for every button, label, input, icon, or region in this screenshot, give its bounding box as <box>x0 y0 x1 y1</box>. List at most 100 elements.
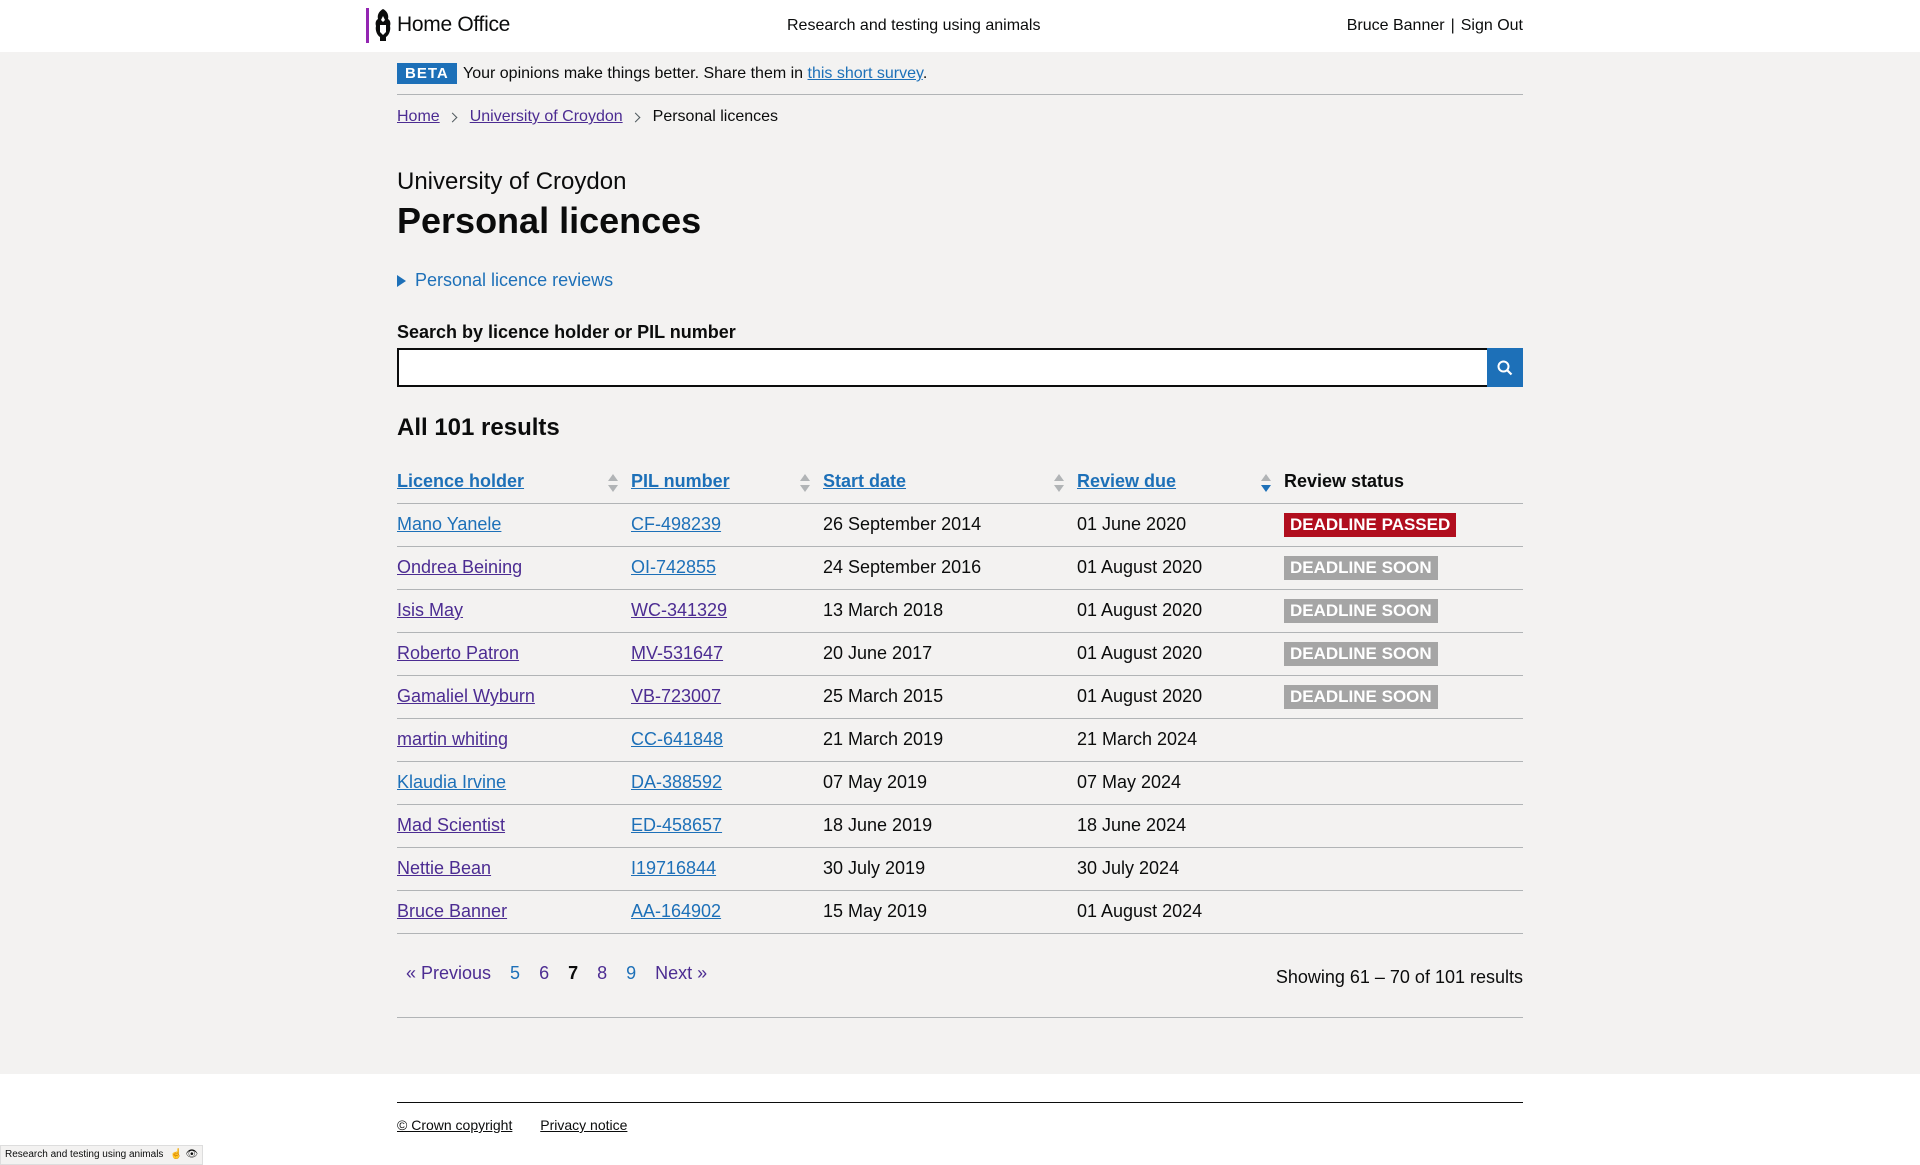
search-label: Search by licence holder or PIL number <box>397 322 736 342</box>
nav-separator: | <box>1450 17 1455 34</box>
cell-start-date: 18 June 2019 <box>823 804 1077 848</box>
table-row: martin whiting CC-641848 21 March 2019 21 M… <box>397 718 1523 762</box>
sort-pil-number-link[interactable]: PIL number <box>631 471 730 491</box>
sort-descending-icon <box>1261 474 1271 492</box>
site-footer: © Crown copyright Privacy notice <box>0 1074 1920 1165</box>
home-office-logo-link[interactable]: Home Office <box>397 13 510 37</box>
pagination-page-8[interactable]: 8 <box>597 963 607 984</box>
column-review-status: Review status <box>1284 460 1523 504</box>
pil-number-link[interactable]: VB-723007 <box>631 686 721 706</box>
brand-bar <box>366 8 369 43</box>
cell-licence-holder: Ondrea Beining <box>397 546 631 590</box>
search-form <box>397 348 1523 387</box>
beta-banner: BETA Your opinions make things better. S… <box>397 62 1523 95</box>
licence-holder-link[interactable]: Bruce Banner <box>397 901 507 921</box>
cell-review-due: 01 June 2020 <box>1077 503 1284 547</box>
sign-out-link[interactable]: Sign Out <box>1461 17 1523 34</box>
breadcrumb-current: Personal licences <box>652 108 779 125</box>
pagination-current-page: 7 <box>568 963 579 983</box>
licences-table: Licence holder PIL number Start date Rev… <box>397 460 1523 934</box>
pil-number-link[interactable]: MV-531647 <box>631 643 723 663</box>
pil-number-link[interactable]: AA-164902 <box>631 901 721 921</box>
sort-start-date-link[interactable]: Start date <box>823 471 906 491</box>
pagination-next[interactable]: Next » <box>655 963 707 984</box>
survey-link[interactable]: this short survey <box>808 65 923 82</box>
breadcrumb-establishment[interactable]: University of Croydon <box>470 108 623 126</box>
beta-suffix: . <box>922 65 928 82</box>
pil-number-link[interactable]: I19716844 <box>631 858 716 878</box>
cell-review-due: 01 August 2024 <box>1077 890 1284 934</box>
pagination-page-5[interactable]: 5 <box>510 963 520 984</box>
sort-review-due-link[interactable]: Review due <box>1077 471 1176 491</box>
cell-pil-number: CC-641848 <box>631 718 823 762</box>
sort-icon <box>1054 474 1064 492</box>
table-body: Mano Yanele CF-498239 26 September 2014 01 … <box>397 503 1523 934</box>
crown-copyright-link[interactable]: © Crown copyright <box>397 1117 512 1133</box>
licence-holder-link[interactable]: Nettie Bean <box>397 858 491 878</box>
cell-review-due: 07 May 2024 <box>1077 761 1284 805</box>
user-profile-link[interactable]: Bruce Banner <box>1347 17 1445 34</box>
pil-number-link[interactable]: DA-388592 <box>631 772 722 792</box>
licence-holder-link[interactable]: Mano Yanele <box>397 514 501 534</box>
pagination-previous[interactable]: « Previous <box>406 963 491 984</box>
cell-review-status <box>1284 804 1523 848</box>
status-badge: DEADLINE PASSED <box>1284 512 1457 537</box>
licence-holder-link[interactable]: Ondrea Beining <box>397 557 522 577</box>
cell-licence-holder: Klaudia Irvine <box>397 761 631 805</box>
cell-start-date: 13 March 2018 <box>823 589 1077 633</box>
column-start-date: Start date <box>823 460 1077 504</box>
pil-number-link[interactable]: OI-742855 <box>631 557 716 577</box>
column-licence-holder: Licence holder <box>397 460 631 504</box>
table-row: Bruce Banner AA-164902 15 May 2019 01 Augus… <box>397 890 1523 934</box>
table-row: Klaudia Irvine DA-388592 07 May 2019 07 May… <box>397 761 1523 805</box>
breadcrumb-home[interactable]: Home <box>397 108 440 126</box>
cell-pil-number: WC-341329 <box>631 589 823 633</box>
status-badge: DEADLINE SOON <box>1284 555 1438 580</box>
results-count: Showing 61 – 70 of 101 results <box>1275 967 1523 987</box>
cell-licence-holder: Mad Scientist <box>397 804 631 848</box>
eye-icon[interactable]: 👁 <box>185 1149 198 1160</box>
sort-icon <box>608 474 618 492</box>
service-name: Research and testing using animals <box>787 17 1041 34</box>
pagination-page-6[interactable]: 6 <box>539 963 549 984</box>
results-heading: All 101 results <box>397 414 560 441</box>
status-badge: DEADLINE SOON <box>1284 641 1438 666</box>
cell-pil-number: DA-388592 <box>631 761 823 805</box>
table-row: Mad Scientist ED-458657 18 June 2019 18 Jun… <box>397 804 1523 848</box>
cell-review-due: 01 August 2020 <box>1077 675 1284 719</box>
licence-holder-link[interactable]: martin whiting <box>397 729 508 749</box>
breadcrumb: Home University of Croydon Personal lice… <box>397 108 1523 126</box>
cell-review-status <box>1284 761 1523 805</box>
column-review-due: Review due <box>1077 460 1284 504</box>
cell-pil-number: CF-498239 <box>631 503 823 547</box>
licence-reviews-details-toggle[interactable]: Personal licence reviews <box>397 270 1523 291</box>
privacy-notice-link[interactable]: Privacy notice <box>540 1117 627 1133</box>
page-caption: University of Croydon <box>397 168 627 195</box>
licence-holder-link[interactable]: Gamaliel Wyburn <box>397 686 535 706</box>
search-icon <box>1497 360 1513 375</box>
licence-holder-link[interactable]: Roberto Patron <box>397 643 519 663</box>
cell-start-date: 07 May 2019 <box>823 761 1077 805</box>
pil-number-link[interactable]: ED-458657 <box>631 815 722 835</box>
licence-holder-link[interactable]: Klaudia Irvine <box>397 772 506 792</box>
licence-holder-link[interactable]: Isis May <box>397 600 463 620</box>
status-badge: DEADLINE SOON <box>1284 684 1438 709</box>
search-button[interactable] <box>1487 348 1523 387</box>
cell-pil-number: ED-458657 <box>631 804 823 848</box>
cell-pil-number: OI-742855 <box>631 546 823 590</box>
footer-links: © Crown copyright Privacy notice <box>397 1117 651 1133</box>
beta-text: Your opinions make things better. Share … <box>463 65 808 82</box>
pil-number-link[interactable]: CC-641848 <box>631 729 723 749</box>
licence-holder-link[interactable]: Mad Scientist <box>397 815 505 835</box>
cell-licence-holder: Bruce Banner <box>397 890 631 934</box>
cell-licence-holder: Roberto Patron <box>397 632 631 676</box>
cell-review-due: 01 August 2020 <box>1077 546 1284 590</box>
pil-number-link[interactable]: CF-498239 <box>631 514 721 534</box>
pil-number-link[interactable]: WC-341329 <box>631 600 727 620</box>
cell-review-due: 01 August 2020 <box>1077 589 1284 633</box>
search-input[interactable] <box>397 348 1489 387</box>
cell-start-date: 24 September 2016 <box>823 546 1077 590</box>
table-row: Mano Yanele CF-498239 26 September 2014 01 … <box>397 503 1523 547</box>
sort-licence-holder-link[interactable]: Licence holder <box>397 471 524 491</box>
pagination-page-9[interactable]: 9 <box>626 963 636 984</box>
